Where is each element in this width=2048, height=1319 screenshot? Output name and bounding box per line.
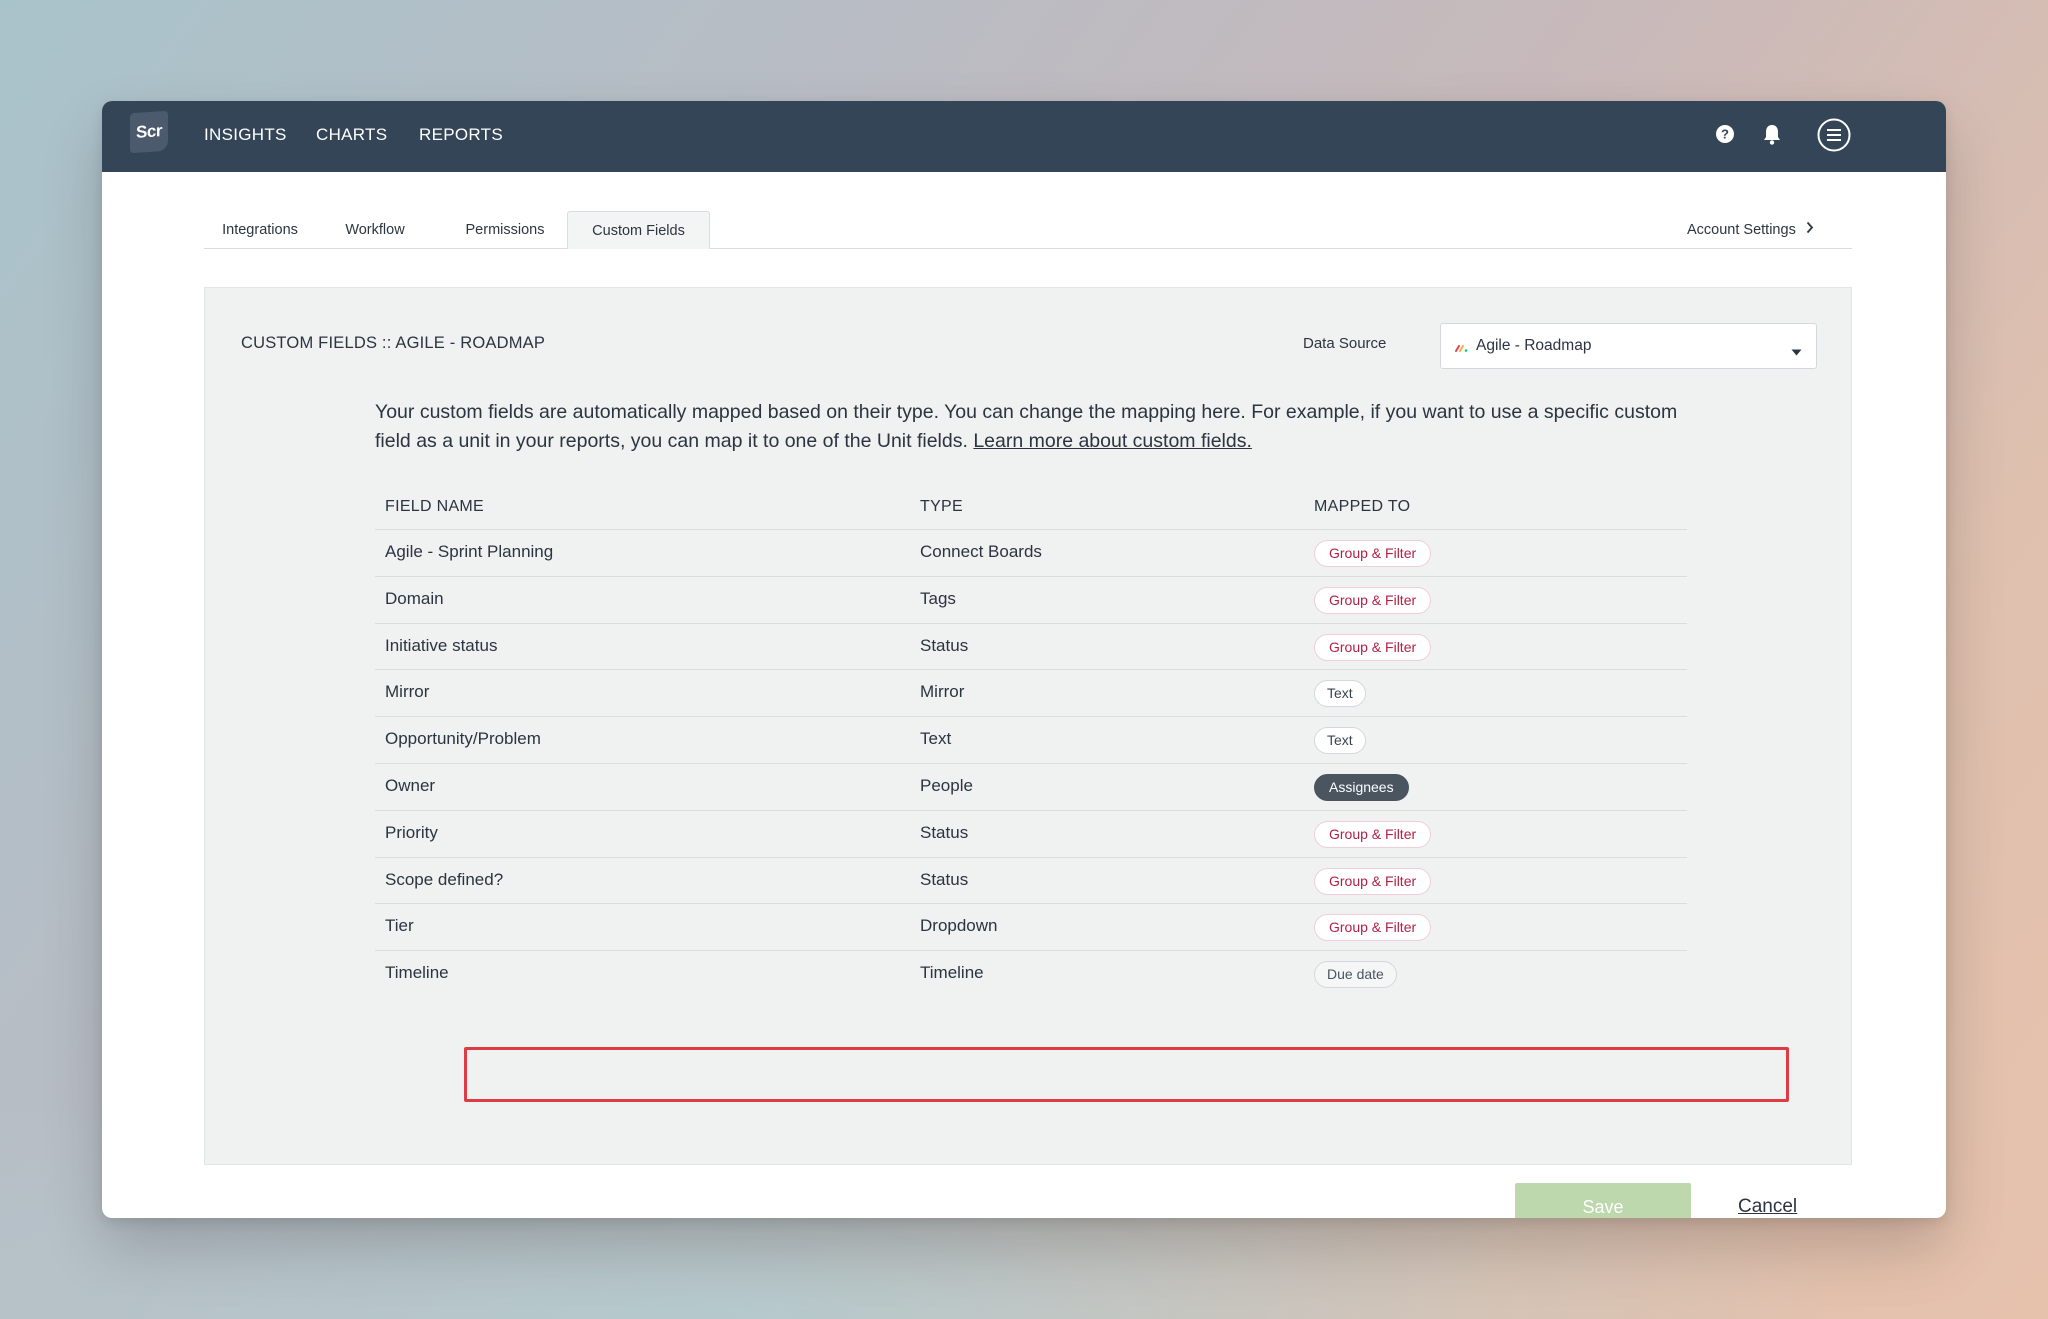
- app-logo[interactable]: Scr: [130, 110, 168, 154]
- field-name: Initiative status: [385, 635, 498, 655]
- table-row: Initiative status Status Group & Filter: [375, 624, 1687, 671]
- save-button[interactable]: Save: [1515, 1183, 1691, 1218]
- chevron-right-icon: [1806, 211, 1814, 249]
- mapping-cell: Text: [1314, 680, 1366, 708]
- app-window: Scr INSIGHTS CHARTS REPORTS ? Integratio…: [102, 101, 1946, 1218]
- table-row: Priority Status Group & Filter: [375, 811, 1687, 858]
- top-navbar: Scr INSIGHTS CHARTS REPORTS ?: [102, 101, 1946, 172]
- field-type: Mirror: [920, 682, 965, 702]
- data-source-select[interactable]: Agile - Roadmap: [1440, 323, 1817, 369]
- header-type: TYPE: [920, 498, 963, 515]
- header-field-name: FIELD NAME: [385, 498, 485, 515]
- mapping-badge[interactable]: Group & Filter: [1314, 633, 1432, 661]
- table-row: Tier Dropdown Group & Filter: [375, 904, 1687, 952]
- mapping-badge[interactable]: Group & Filter: [1314, 586, 1432, 614]
- learn-more-link[interactable]: Learn more about custom fields.: [973, 430, 1252, 452]
- custom-fields-panel: CUSTOM FIELDS :: AGILE - ROADMAP Data So…: [204, 287, 1852, 1218]
- header-mapped-to: MAPPED TO: [1314, 498, 1411, 515]
- field-type: Dropdown: [920, 916, 998, 936]
- mapping-badge[interactable]: Assignees: [1314, 773, 1409, 801]
- chevron-down-icon: [1791, 343, 1802, 361]
- mapping-badge[interactable]: Group & Filter: [1314, 540, 1432, 567]
- mapping-badge[interactable]: Group & Filter: [1314, 867, 1432, 895]
- data-source-label: Data Source: [1303, 335, 1387, 352]
- field-name: Owner: [385, 775, 436, 795]
- field-name: Priority: [385, 822, 438, 842]
- field-name: Scope defined?: [385, 869, 504, 889]
- mapping-badge[interactable]: Text: [1314, 680, 1366, 708]
- nav-insights[interactable]: INSIGHTS: [204, 123, 287, 147]
- table-row: Domain Tags Group & Filter: [375, 577, 1687, 624]
- tab-workflow[interactable]: Workflow: [330, 211, 420, 249]
- mapping-cell: Group & Filter: [1314, 867, 1432, 895]
- field-name: Agile - Sprint Planning: [385, 542, 554, 561]
- tab-integrations[interactable]: Integrations: [204, 211, 316, 249]
- custom-fields-table: FIELD NAME TYPE MAPPED TO Agile - Sprint…: [375, 484, 1687, 998]
- tab-permissions[interactable]: Permissions: [450, 211, 560, 249]
- table-row: Opportunity/Problem Text Text: [375, 717, 1687, 764]
- mapping-cell: Group & Filter: [1314, 633, 1432, 661]
- mapping-cell: Group & Filter: [1314, 586, 1432, 614]
- account-settings-label: Account Settings: [1687, 222, 1796, 238]
- field-type: Connect Boards: [920, 542, 1042, 561]
- field-type: Status: [920, 822, 969, 842]
- field-name: Tier: [385, 916, 414, 936]
- field-type: Tags: [920, 588, 956, 608]
- help-icon[interactable]: ?: [1715, 124, 1735, 149]
- field-type: Text: [920, 729, 952, 749]
- mapping-badge[interactable]: Group & Filter: [1314, 914, 1432, 942]
- mapping-badge[interactable]: Group & Filter: [1314, 820, 1432, 848]
- mapping-badge[interactable]: Due date: [1314, 961, 1397, 989]
- nav-charts[interactable]: CHARTS: [316, 123, 387, 147]
- mapping-cell: Group & Filter: [1314, 820, 1432, 848]
- data-source-value: Agile - Roadmap: [1476, 337, 1592, 354]
- field-name: Mirror: [385, 682, 430, 702]
- menu-icon[interactable]: [1817, 118, 1851, 157]
- field-type: Timeline: [920, 963, 984, 983]
- field-name: Timeline: [385, 963, 449, 983]
- table-row: Agile - Sprint Planning Connect Boards G…: [375, 530, 1687, 577]
- mapping-cell: Text: [1314, 727, 1366, 755]
- field-type: Status: [920, 869, 969, 889]
- mapping-cell: Group & Filter: [1314, 914, 1432, 942]
- panel-title: CUSTOM FIELDS :: AGILE - ROADMAP: [241, 334, 546, 352]
- field-name: Opportunity/Problem: [385, 729, 541, 749]
- board-icon: [1455, 340, 1468, 358]
- tab-custom-fields[interactable]: Custom Fields: [567, 211, 710, 249]
- field-type: People: [920, 775, 973, 795]
- mapping-description: Your custom fields are automatically map…: [375, 398, 1715, 456]
- table-header: FIELD NAME TYPE MAPPED TO: [375, 484, 1687, 530]
- account-settings-link[interactable]: Account Settings: [1687, 211, 1814, 249]
- mapping-cell: Assignees: [1314, 773, 1409, 801]
- table-row: Timeline Timeline Due date: [375, 951, 1687, 998]
- nav-reports[interactable]: REPORTS: [419, 123, 503, 147]
- field-type: Status: [920, 635, 969, 655]
- table-row: Scope defined? Status Group & Filter: [375, 858, 1687, 905]
- bell-icon[interactable]: [1762, 123, 1782, 150]
- field-name: Domain: [385, 588, 444, 608]
- table-row: Mirror Mirror Text: [375, 670, 1687, 718]
- mapping-badge[interactable]: Text: [1314, 727, 1366, 755]
- cancel-link[interactable]: Cancel: [1738, 1196, 1797, 1218]
- table-row: Owner People Assignees: [375, 764, 1687, 811]
- svg-text:?: ?: [1721, 127, 1729, 142]
- mapping-cell: Due date: [1314, 961, 1397, 989]
- mapping-cell: Group & Filter: [1314, 540, 1432, 567]
